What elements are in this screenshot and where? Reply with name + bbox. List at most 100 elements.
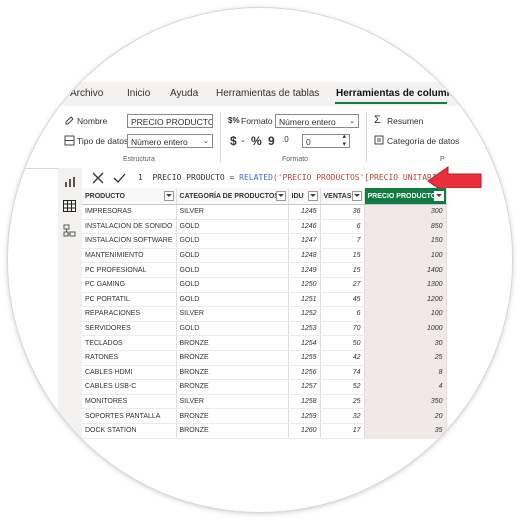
- table-cell[interactable]: SILVER: [176, 204, 289, 220]
- table-cell[interactable]: 15: [320, 248, 365, 264]
- table-cell[interactable]: 1245: [288, 204, 321, 220]
- table-cell[interactable]: BRONZE: [176, 365, 289, 381]
- table-cell[interactable]: 52: [320, 379, 365, 395]
- decimal-places-input[interactable]: 0 ▴ ▾: [302, 134, 350, 148]
- table-row[interactable]: INSTALACION DE SONIDO GOLD 1246 6 850: [82, 219, 447, 235]
- table-cell[interactable]: 25: [364, 350, 447, 366]
- table-row[interactable]: DOCK STATION BRONZE 1260 17 35: [82, 423, 447, 439]
- table-cell[interactable]: GOLD: [176, 248, 289, 264]
- table-cell[interactable]: 36: [320, 204, 365, 220]
- table-cell[interactable]: 850: [364, 219, 447, 235]
- table-row[interactable]: INSTALACION SOFTWARE GOLD 1247 7 150: [82, 233, 447, 249]
- table-cell[interactable]: INSTALACION DE SONIDO: [82, 219, 177, 235]
- table-cell[interactable]: 25: [320, 394, 365, 410]
- table-cell[interactable]: TECLADOS: [82, 335, 177, 351]
- table-cell[interactable]: GOLD: [176, 292, 289, 308]
- table-cell[interactable]: RATONES: [82, 350, 177, 366]
- table-cell[interactable]: BRONZE: [176, 379, 289, 395]
- table-cell[interactable]: 1253: [288, 321, 321, 337]
- table-cell[interactable]: 42: [320, 350, 365, 366]
- percent-button[interactable]: %: [251, 134, 262, 148]
- table-cell[interactable]: 1247: [288, 233, 321, 249]
- table-cell[interactable]: IMPRESORAS: [82, 204, 177, 220]
- table-cell[interactable]: CABLES USB-C: [82, 379, 177, 395]
- table-row[interactable]: REPARACIONES SILVER 1252 6 100: [82, 306, 447, 322]
- table-row[interactable]: PC GAMING GOLD 1250 27 1300: [82, 277, 447, 293]
- table-cell[interactable]: SOPORTES PANTALLA: [82, 408, 177, 424]
- table-cell[interactable]: 1248: [288, 248, 321, 264]
- table-cell[interactable]: 1257: [288, 379, 321, 395]
- table-cell[interactable]: BRONZE: [176, 335, 289, 351]
- table-cell[interactable]: 20: [364, 408, 447, 424]
- table-cell[interactable]: 74: [320, 365, 365, 381]
- tab-inicio[interactable]: Inicio: [127, 88, 150, 99]
- table-cell[interactable]: 1252: [288, 306, 321, 322]
- table-cell[interactable]: BRONZE: [176, 423, 289, 439]
- column-name-input[interactable]: PRECIO PRODUCTO: [127, 114, 213, 128]
- table-cell[interactable]: GOLD: [176, 277, 289, 293]
- table-cell[interactable]: GOLD: [176, 262, 289, 278]
- table-row[interactable]: PC PROFESIONAL GOLD 1249 15 1400: [82, 262, 447, 278]
- table-cell[interactable]: 1250: [288, 277, 321, 293]
- table-cell[interactable]: 6: [320, 219, 365, 235]
- table-cell[interactable]: 1260: [288, 423, 321, 439]
- tab-herramientas-columnas[interactable]: Herramientas de columnas: [336, 88, 464, 99]
- table-cell[interactable]: 17: [320, 423, 365, 439]
- table-cell[interactable]: 15: [320, 262, 365, 278]
- table-cell[interactable]: 1249: [288, 262, 321, 278]
- currency-button[interactable]: $: [230, 134, 237, 148]
- table-cell[interactable]: BRONZE: [176, 408, 289, 424]
- table-cell[interactable]: GOLD: [176, 233, 289, 249]
- table-cell[interactable]: PC PORTATIL: [82, 292, 177, 308]
- table-cell[interactable]: MANTENIMIENTO: [82, 248, 177, 264]
- table-cell[interactable]: 1258: [288, 394, 321, 410]
- formula-text[interactable]: 1 PRECIO PRODUCTO = RELATED('PRECIO PROD…: [138, 173, 451, 182]
- table-cell[interactable]: 1400: [364, 262, 447, 278]
- table-cell[interactable]: SERVIDORES: [82, 321, 177, 337]
- cancel-formula-icon[interactable]: [92, 172, 104, 184]
- table-cell[interactable]: CABLES HDMI: [82, 365, 177, 381]
- table-row[interactable]: MANTENIMIENTO GOLD 1248 15 100: [82, 248, 447, 264]
- filter-dropdown-icon[interactable]: [275, 191, 286, 201]
- tab-ayuda[interactable]: Ayuda: [170, 88, 198, 99]
- table-cell[interactable]: INSTALACION SOFTWARE: [82, 233, 177, 249]
- header-idu[interactable]: IDU: [288, 188, 321, 205]
- table-cell[interactable]: 8: [364, 365, 447, 381]
- decimal-adjust-icon[interactable]: .0: [282, 135, 289, 144]
- report-view-icon[interactable]: [64, 176, 76, 188]
- table-row[interactable]: PC PORTATIL GOLD 1251 45 1200: [82, 292, 447, 308]
- table-row[interactable]: TECLADOS BRONZE 1254 50 30: [82, 335, 447, 351]
- table-row[interactable]: IMPRESORAS SILVER 1245 36 300: [82, 204, 447, 220]
- table-cell[interactable]: 32: [320, 408, 365, 424]
- filter-dropdown-icon[interactable]: [351, 191, 362, 201]
- table-row[interactable]: SERVIDORES GOLD 1253 70 1000: [82, 321, 447, 337]
- confirm-formula-icon[interactable]: [113, 172, 126, 184]
- table-row[interactable]: SOPORTES PANTALLA BRONZE 1259 32 20: [82, 408, 447, 424]
- table-cell[interactable]: MONITORES: [82, 394, 177, 410]
- table-cell[interactable]: 30: [364, 335, 447, 351]
- table-cell[interactable]: DOCK STATION: [82, 423, 177, 439]
- filter-dropdown-icon[interactable]: [433, 191, 444, 201]
- header-ventas[interactable]: VENTAS: [320, 188, 365, 205]
- table-cell[interactable]: 27: [320, 277, 365, 293]
- table-cell[interactable]: 1259: [288, 408, 321, 424]
- table-cell[interactable]: 150: [364, 233, 447, 249]
- format-select[interactable]: Número entero ⌄: [275, 114, 359, 128]
- table-cell[interactable]: 1300: [364, 277, 447, 293]
- table-cell[interactable]: SILVER: [176, 394, 289, 410]
- table-cell[interactable]: 45: [320, 292, 365, 308]
- table-cell[interactable]: 1200: [364, 292, 447, 308]
- table-cell[interactable]: SILVER: [176, 306, 289, 322]
- table-cell[interactable]: 350: [364, 394, 447, 410]
- table-cell[interactable]: 70: [320, 321, 365, 337]
- filter-dropdown-icon[interactable]: [163, 191, 174, 201]
- table-cell[interactable]: 100: [364, 306, 447, 322]
- table-cell[interactable]: 1255: [288, 350, 321, 366]
- table-cell[interactable]: 1000: [364, 321, 447, 337]
- resumen-button[interactable]: Resumen: [387, 116, 423, 126]
- table-row[interactable]: CABLES HDMI BRONZE 1256 74 8: [82, 365, 447, 381]
- tab-archivo[interactable]: Archivo: [70, 88, 103, 99]
- table-cell[interactable]: PC GAMING: [82, 277, 177, 293]
- table-cell[interactable]: PC PROFESIONAL: [82, 262, 177, 278]
- table-cell[interactable]: 4: [364, 379, 447, 395]
